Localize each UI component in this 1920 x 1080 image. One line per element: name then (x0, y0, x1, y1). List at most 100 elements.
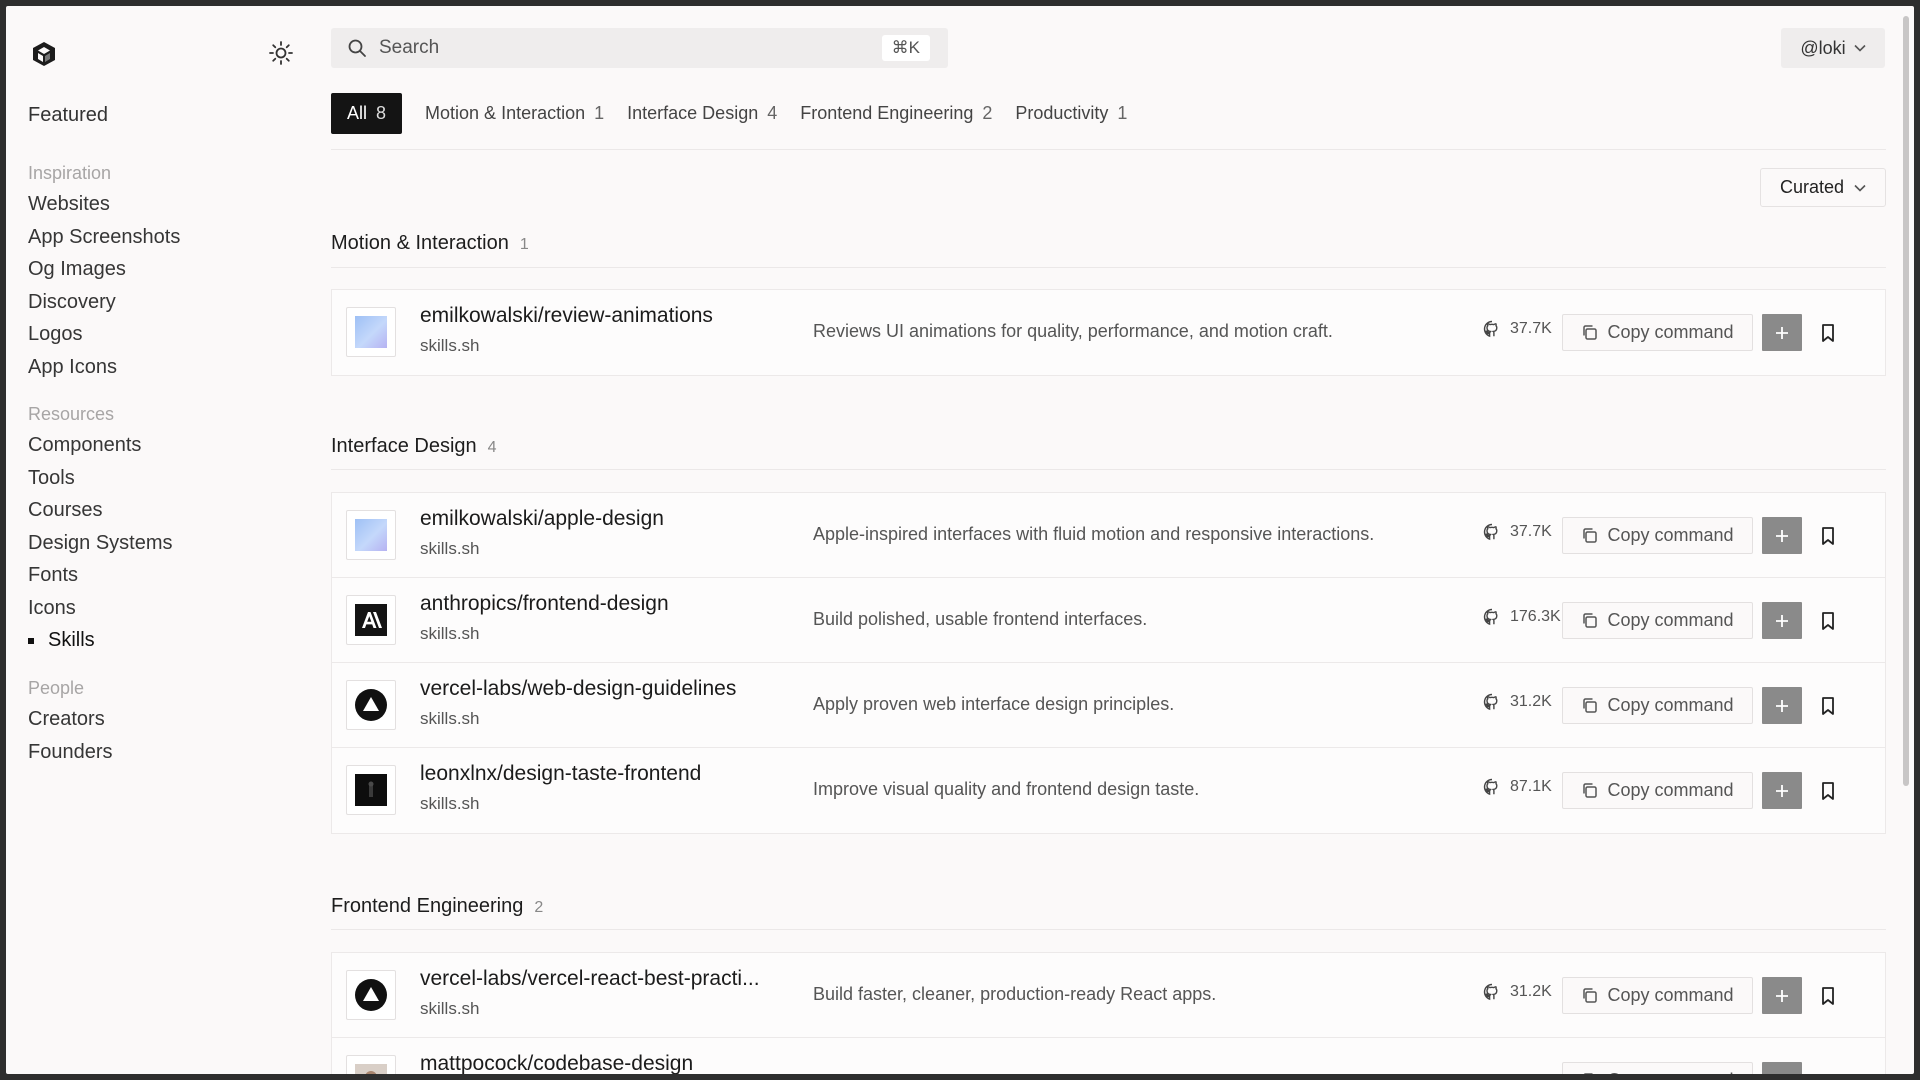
skill-name[interactable]: anthropics/frontend-design (420, 592, 780, 616)
nav-section-inspiration: Inspiration Websites App Screenshots Og … (28, 158, 180, 383)
skill-row[interactable]: emilkowalski/apple-design skills.sh Appl… (332, 493, 1885, 578)
copy-command-button[interactable]: Copy command (1562, 314, 1753, 351)
section-title: Motion & Interaction 1 (331, 232, 529, 255)
skill-description: Apple-inspired interfaces with fluid mot… (813, 524, 1375, 544)
nav-item-discovery[interactable]: Discovery (28, 286, 180, 319)
nav-item-founders[interactable]: Founders (28, 736, 113, 769)
nav-item-app-icons[interactable]: App Icons (28, 351, 180, 384)
category-tabs: All 8 Motion & Interaction 1 Interface Des… (331, 93, 1127, 134)
skill-name[interactable]: emilkowalski/apple-design (420, 507, 780, 531)
gradient-square-icon (346, 307, 396, 357)
star-count: 37.7K (1483, 320, 1552, 338)
nav-item-icons[interactable]: Icons (28, 592, 173, 625)
skill-source: skills.sh (420, 624, 480, 643)
copy-command-button[interactable]: Copy command (1562, 772, 1753, 809)
nav-item-og-images[interactable]: Og Images (28, 253, 180, 286)
copy-icon (1583, 325, 1598, 340)
copy-icon (1583, 783, 1598, 798)
sort-dropdown[interactable]: Curated (1760, 168, 1886, 207)
add-button[interactable] (1762, 602, 1802, 639)
github-icon (1483, 983, 1498, 1001)
nav-featured[interactable]: Featured (28, 104, 108, 127)
copy-command-button[interactable]: Copy command (1562, 602, 1753, 639)
star-count: 176.3K (1483, 608, 1561, 626)
section-count: 1 (519, 236, 529, 253)
add-button[interactable] (1762, 517, 1802, 554)
star-value: 87.1K (1510, 778, 1552, 795)
star-count: 37.7K (1483, 523, 1552, 541)
vercel-logo-icon (346, 970, 396, 1020)
tab-productivity[interactable]: Productivity 1 (1015, 93, 1127, 134)
bookmark-icon[interactable] (1820, 526, 1836, 546)
copy-label: Copy command (1607, 695, 1734, 715)
copy-command-button[interactable]: Copy command (1562, 517, 1753, 554)
nav-item-skills[interactable]: Skills (28, 624, 173, 657)
star-count: 31.2K (1483, 693, 1552, 711)
star-value: 37.7K (1510, 320, 1552, 337)
plus-icon (1776, 529, 1788, 542)
chevron-down-icon (1854, 44, 1866, 52)
copy-icon (1583, 988, 1598, 1003)
nav-item-creators[interactable]: Creators (28, 703, 113, 736)
search-bar[interactable]: Search ⌘K (331, 28, 948, 68)
skill-description: Build polished, usable frontend interfac… (813, 609, 1148, 629)
search-icon (348, 39, 366, 57)
skill-row[interactable]: emilkowalski/review-animations skills.sh… (332, 290, 1885, 375)
skill-row[interactable]: leonxlnx/design-taste-frontend skills.sh… (332, 748, 1885, 833)
skill-name[interactable]: leonxlnx/design-taste-frontend (420, 762, 780, 786)
nav-item-tools[interactable]: Tools (28, 462, 173, 495)
cube-logo-icon[interactable] (30, 40, 58, 68)
copy-command-button[interactable]: Copy command (1562, 1062, 1753, 1074)
bookmark-icon[interactable] (1820, 611, 1836, 631)
bookmark-icon[interactable] (1820, 323, 1836, 343)
tab-interface-design[interactable]: Interface Design 4 (627, 93, 777, 134)
scrollbar[interactable] (1903, 16, 1909, 786)
search-placeholder: Search (379, 37, 440, 58)
nav-item-design-systems[interactable]: Design Systems (28, 527, 173, 560)
sun-icon[interactable] (268, 40, 294, 66)
nav-item-logos[interactable]: Logos (28, 318, 180, 351)
tab-motion-interaction[interactable]: Motion & Interaction 1 (425, 93, 604, 134)
skill-row[interactable]: vercel-labs/vercel-react-best-practi... … (332, 953, 1885, 1038)
tab-count: 8 (376, 103, 387, 123)
app-window: Featured Inspiration Websites App Screen… (6, 6, 1914, 1074)
skill-row[interactable]: anthropics/frontend-design skills.sh Bui… (332, 578, 1885, 663)
copy-icon (1583, 698, 1598, 713)
bookmark-icon[interactable] (1820, 696, 1836, 716)
nav-item-fonts[interactable]: Fonts (28, 559, 173, 592)
plus-icon (1776, 989, 1788, 1002)
bookmark-icon[interactable] (1820, 986, 1836, 1006)
copy-command-button[interactable]: Copy command (1562, 977, 1753, 1014)
bookmark-icon[interactable] (1820, 781, 1836, 801)
skill-name[interactable]: vercel-labs/web-design-guidelines (420, 677, 780, 701)
nav-heading: People (28, 678, 85, 698)
tab-count: 4 (767, 103, 778, 123)
add-button[interactable] (1762, 977, 1802, 1014)
divider (331, 267, 1886, 268)
tab-frontend-engineering[interactable]: Frontend Engineering 2 (800, 93, 992, 134)
skill-name[interactable]: emilkowalski/review-animations (420, 304, 780, 328)
user-menu-button[interactable]: @loki (1781, 28, 1885, 68)
skill-row[interactable]: mattpocock/codebase-design Copy command (332, 1038, 1885, 1074)
add-button[interactable] (1762, 314, 1802, 351)
add-button[interactable] (1762, 687, 1802, 724)
add-button[interactable] (1762, 1062, 1802, 1074)
skill-list: vercel-labs/vercel-react-best-practi... … (331, 952, 1886, 1074)
skill-name[interactable]: mattpocock/codebase-design (420, 1052, 780, 1074)
plus-icon (1776, 699, 1788, 712)
avatar-icon (346, 1055, 396, 1074)
skill-description: Build faster, cleaner, production-ready … (813, 984, 1217, 1004)
nav-item-app-screenshots[interactable]: App Screenshots (28, 221, 180, 254)
nav-item-courses[interactable]: Courses (28, 494, 173, 527)
tab-all[interactable]: All 8 (331, 93, 403, 134)
gradient-square-icon (346, 510, 396, 560)
star-count: 31.2K (1483, 983, 1552, 1001)
nav-item-websites[interactable]: Websites (28, 188, 180, 221)
tab-label: Motion & Interaction (425, 103, 586, 123)
skill-row[interactable]: vercel-labs/web-design-guidelines skills… (332, 663, 1885, 748)
copy-icon (1583, 528, 1598, 543)
skill-name[interactable]: vercel-labs/vercel-react-best-practi... (420, 967, 780, 991)
add-button[interactable] (1762, 772, 1802, 809)
nav-item-components[interactable]: Components (28, 429, 173, 462)
copy-command-button[interactable]: Copy command (1562, 687, 1753, 724)
